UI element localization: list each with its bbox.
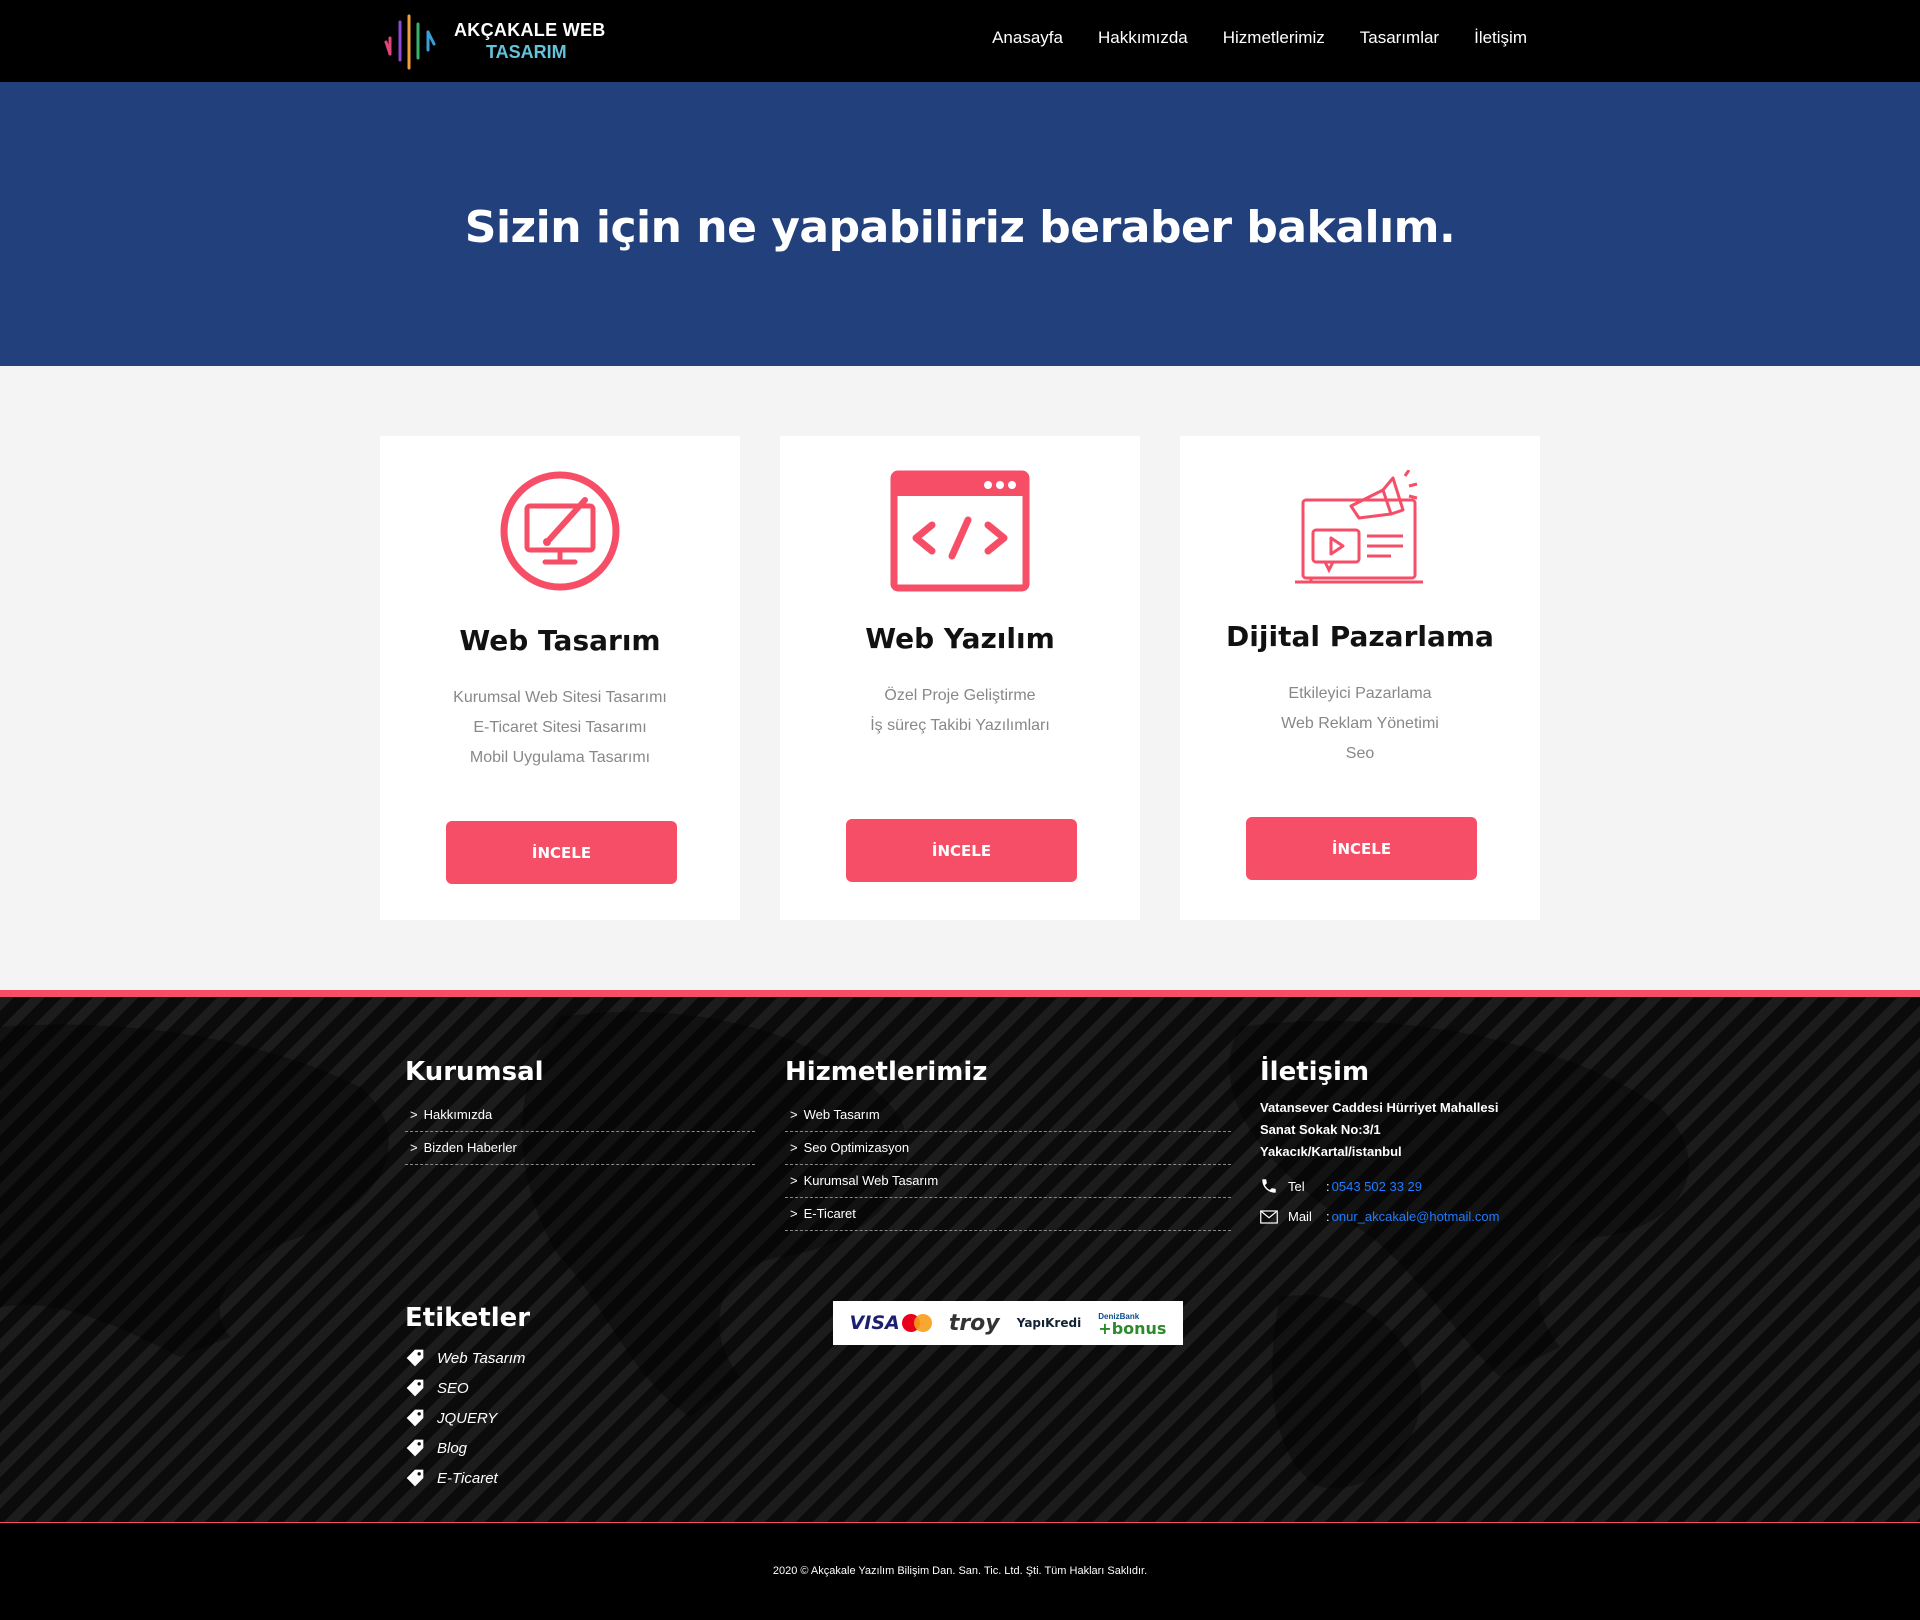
card-item-list: Etkileyici Pazarlama Web Reklam Yönetimi… <box>1180 679 1540 769</box>
footer-link[interactable]: > Web Tasarım <box>785 1099 1231 1132</box>
tag-item[interactable]: Blog <box>405 1433 705 1463</box>
yapikredi-logo: YapıKredi <box>1016 1316 1082 1330</box>
payment-logos: VISA troy YapıKredi DenizBank +bonus <box>833 1301 1183 1345</box>
top-navbar: AKÇAKALE WEB TASARIM Anasayfa Hakkımızda… <box>0 0 1920 82</box>
card-item: Etkileyici Pazarlama <box>1288 685 1432 702</box>
footer-etiketler-title: Etiketler <box>405 1303 531 1333</box>
phone-icon <box>1262 1179 1276 1193</box>
tag-icon <box>406 1409 424 1427</box>
equalizer-logo-icon <box>384 14 436 70</box>
card-title: Web Tasarım <box>459 624 661 657</box>
card-web-tasarim: Web Tasarım Kurumsal Web Sitesi Tasarımı… <box>380 436 740 920</box>
contact-address: Vatansever Caddesi Hürriyet Mahallesi Sa… <box>1260 1100 1499 1159</box>
denizbank-bonus-logo: DenizBank +bonus <box>1098 1312 1167 1338</box>
footer-etiketler: Etiketler Web Tasarım SEO JQUERY Blog E-… <box>405 1303 705 1493</box>
tel-link[interactable]: 0543 502 33 29 <box>1332 1179 1422 1194</box>
mail-icon <box>1260 1209 1278 1224</box>
footer-hizmetler-title: Hizmetlerimiz <box>785 1057 988 1087</box>
card-item: Web Reklam Yönetimi <box>1281 715 1439 732</box>
service-cards: Web Tasarım Kurumsal Web Sitesi Tasarımı… <box>380 436 1540 920</box>
footer-iletisim-title: İletişim <box>1260 1057 1370 1087</box>
contact-mail: Mail : onur_akcakale@hotmail.com <box>1260 1209 1560 1224</box>
mail-link[interactable]: onur_akcakale@hotmail.com <box>1332 1209 1500 1224</box>
card-item-list: Özel Proje Geliştirme İş süreç Takibi Ya… <box>780 681 1140 741</box>
card-web-yazilim: Web Yazılım Özel Proje Geliştirme İş sür… <box>780 436 1140 920</box>
hero-banner: Sizin için ne yapabiliriz beraber bakalı… <box>0 82 1920 366</box>
card-item-list: Kurumsal Web Sitesi Tasarımı E-Ticaret S… <box>380 683 740 773</box>
nav-hakkimizda[interactable]: Hakkımızda <box>1098 28 1188 48</box>
card-dijital-pazarlama: Dijital Pazarlama Etkileyici Pazarlama W… <box>1180 436 1540 920</box>
footer-hizmetler: Hizmetlerimiz > Web Tasarım > Seo Optimiza… <box>785 1057 1231 1231</box>
footer-link[interactable]: > Kurumsal Web Tasarım <box>785 1165 1231 1198</box>
logo-title: AKÇAKALE WEB <box>454 20 606 40</box>
nav-tasarimlar[interactable]: Tasarımlar <box>1360 28 1439 48</box>
card-title: Dijital Pazarlama <box>1226 620 1494 653</box>
incele-button[interactable]: İNCELE <box>446 821 677 884</box>
card-title: Web Yazılım <box>865 622 1055 655</box>
site-footer: Kurumsal > Hakkımızda > Bizden Haberler Hi… <box>0 990 1920 1522</box>
footer-kurumsal-links: > Hakkımızda > Bizden Haberler <box>405 1099 755 1165</box>
tag-item[interactable]: Web Tasarım <box>405 1343 705 1373</box>
code-window-icon <box>890 470 1030 592</box>
footer-link[interactable]: > Hakkımızda <box>405 1099 755 1132</box>
tag-list: Web Tasarım SEO JQUERY Blog E-Ticaret <box>405 1343 705 1493</box>
footer-kurumsal: Kurumsal > Hakkımızda > Bizden Haberler <box>405 1057 755 1165</box>
card-item: Seo <box>1345 745 1375 762</box>
tag-item[interactable]: JQUERY <box>405 1403 705 1433</box>
footer-link[interactable]: > Seo Optimizasyon <box>785 1132 1231 1165</box>
troy-logo: troy <box>948 1310 1000 1336</box>
footer-kurumsal-title: Kurumsal <box>405 1057 544 1087</box>
footer-iletisim: İletişim Vatansever Caddesi Hürriyet Mah… <box>1260 1057 1560 1224</box>
nav-anasayfa[interactable]: Anasayfa <box>992 28 1063 48</box>
monitor-pen-icon <box>500 471 620 591</box>
contact-phone: Tel : 0543 502 33 29 <box>1260 1177 1560 1195</box>
footer-link[interactable]: > E-Ticaret <box>785 1198 1231 1231</box>
mail-label: Mail <box>1288 1209 1312 1224</box>
site-logo[interactable]: AKÇAKALE WEB TASARIM <box>384 12 606 70</box>
tag-item[interactable]: SEO <box>405 1373 705 1403</box>
card-item: Mobil Uygulama Tasarımı <box>469 749 651 766</box>
card-item: İş süreç Takibi Yazılımları <box>870 717 1050 734</box>
main-nav: Anasayfa Hakkımızda Hizmetlerimiz Tasarı… <box>992 28 1527 48</box>
megaphone-video-icon <box>1295 470 1423 584</box>
footer-hizmetler-links: > Web Tasarım > Seo Optimizasyon > Kurumsal… <box>785 1099 1231 1231</box>
visa-mastercard-logo: VISA <box>850 1312 932 1334</box>
nav-hizmetlerimiz[interactable]: Hizmetlerimiz <box>1223 28 1325 48</box>
card-item: Kurumsal Web Sitesi Tasarımı <box>453 689 667 706</box>
incele-button[interactable]: İNCELE <box>846 819 1077 882</box>
tel-label: Tel <box>1288 1178 1305 1194</box>
incele-button[interactable]: İNCELE <box>1246 817 1477 880</box>
logo-subtitle: TASARIM <box>486 42 567 62</box>
tag-icon <box>406 1439 424 1457</box>
mastercard-icon <box>901 1314 932 1332</box>
tag-icon <box>406 1379 424 1397</box>
nav-iletisim[interactable]: İletişim <box>1474 28 1527 48</box>
copyright-text: 2020 © Akçakale Yazılım Bilişim Dan. San… <box>772 1565 1148 1577</box>
tag-icon <box>406 1349 424 1367</box>
hero-title: Sizin için ne yapabiliriz beraber bakalı… <box>464 202 1456 253</box>
copyright-bar: 2020 © Akçakale Yazılım Bilişim Dan. San… <box>0 1522 1920 1620</box>
footer-link[interactable]: > Bizden Haberler <box>405 1132 755 1165</box>
tag-item[interactable]: E-Ticaret <box>405 1463 705 1493</box>
card-item: E-Ticaret Sitesi Tasarımı <box>473 719 647 736</box>
card-item: Özel Proje Geliştirme <box>884 687 1036 704</box>
tag-icon <box>406 1469 424 1487</box>
